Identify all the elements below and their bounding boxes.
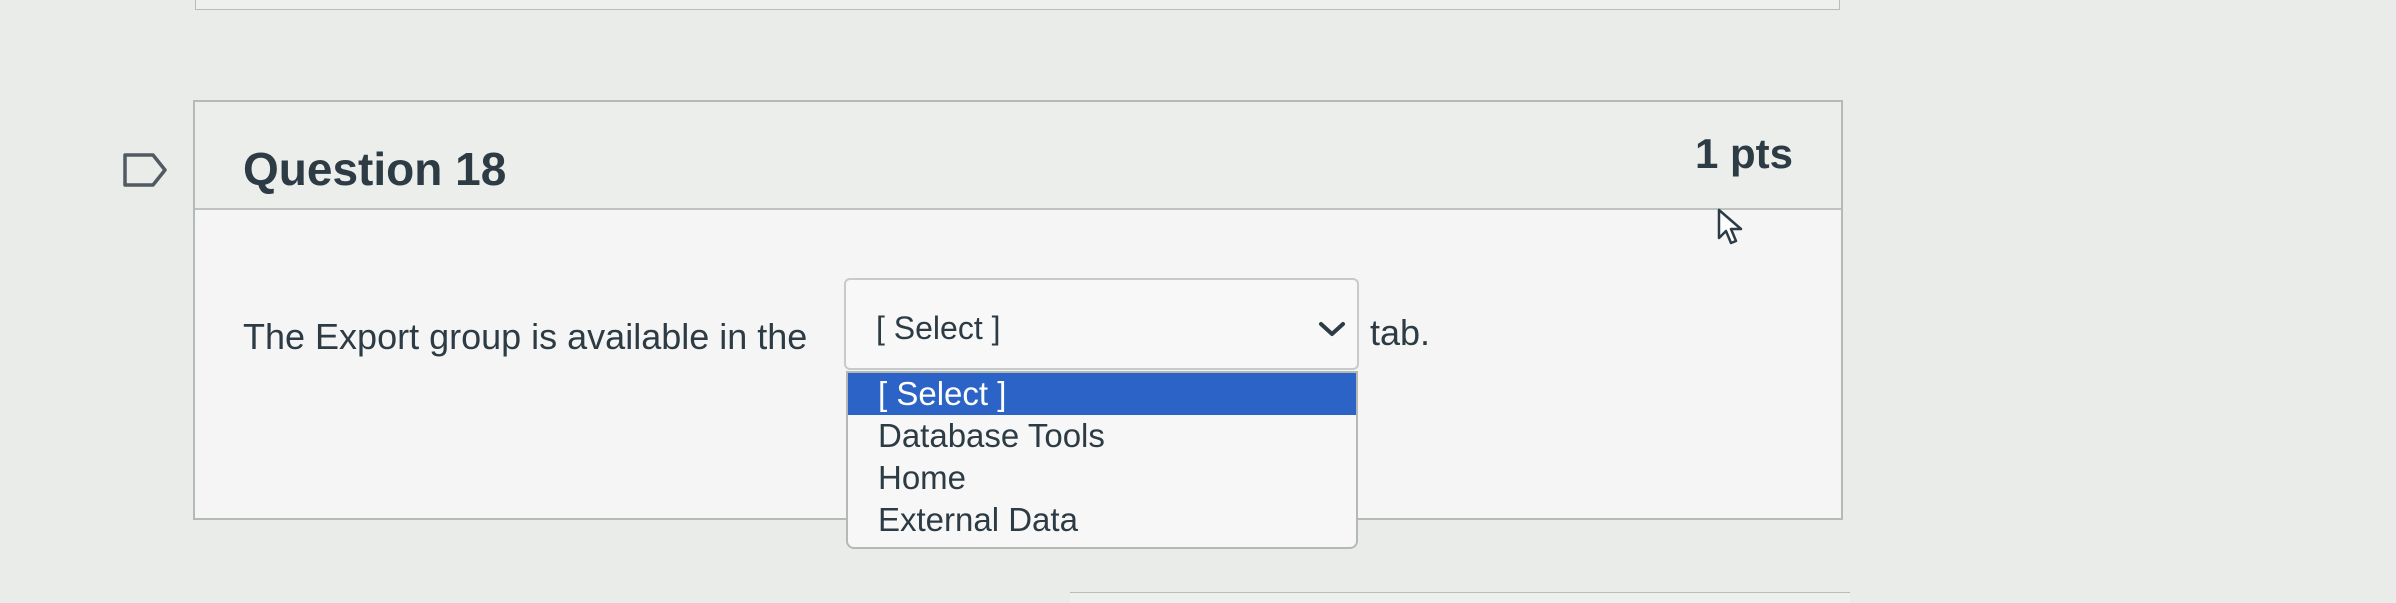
answer-options-list: [ Select ] Database Tools Home External …: [846, 371, 1358, 549]
answer-select[interactable]: [ Select ]: [844, 278, 1359, 370]
question-prompt: The Export group is available in the: [243, 316, 808, 357]
question-header: Question 18 1 pts: [195, 102, 1841, 210]
answer-select-value: [ Select ]: [876, 310, 1001, 346]
question-prompt-suffix: tab.: [1370, 312, 1431, 353]
option-external-data[interactable]: External Data: [848, 499, 1356, 541]
question-title: Question 18: [243, 143, 507, 195]
option-home[interactable]: Home: [848, 457, 1356, 499]
chevron-down-icon: [1319, 322, 1345, 336]
previous-question-card-edge: [195, 0, 1840, 10]
option-select-placeholder[interactable]: [ Select ]: [848, 373, 1356, 415]
option-database-tools[interactable]: Database Tools: [848, 415, 1356, 457]
flag-icon[interactable]: [122, 152, 168, 188]
question-points: 1 pts: [1694, 130, 1793, 177]
next-question-card-edge: [1070, 592, 1850, 603]
mouse-cursor-icon: [1717, 208, 1743, 245]
